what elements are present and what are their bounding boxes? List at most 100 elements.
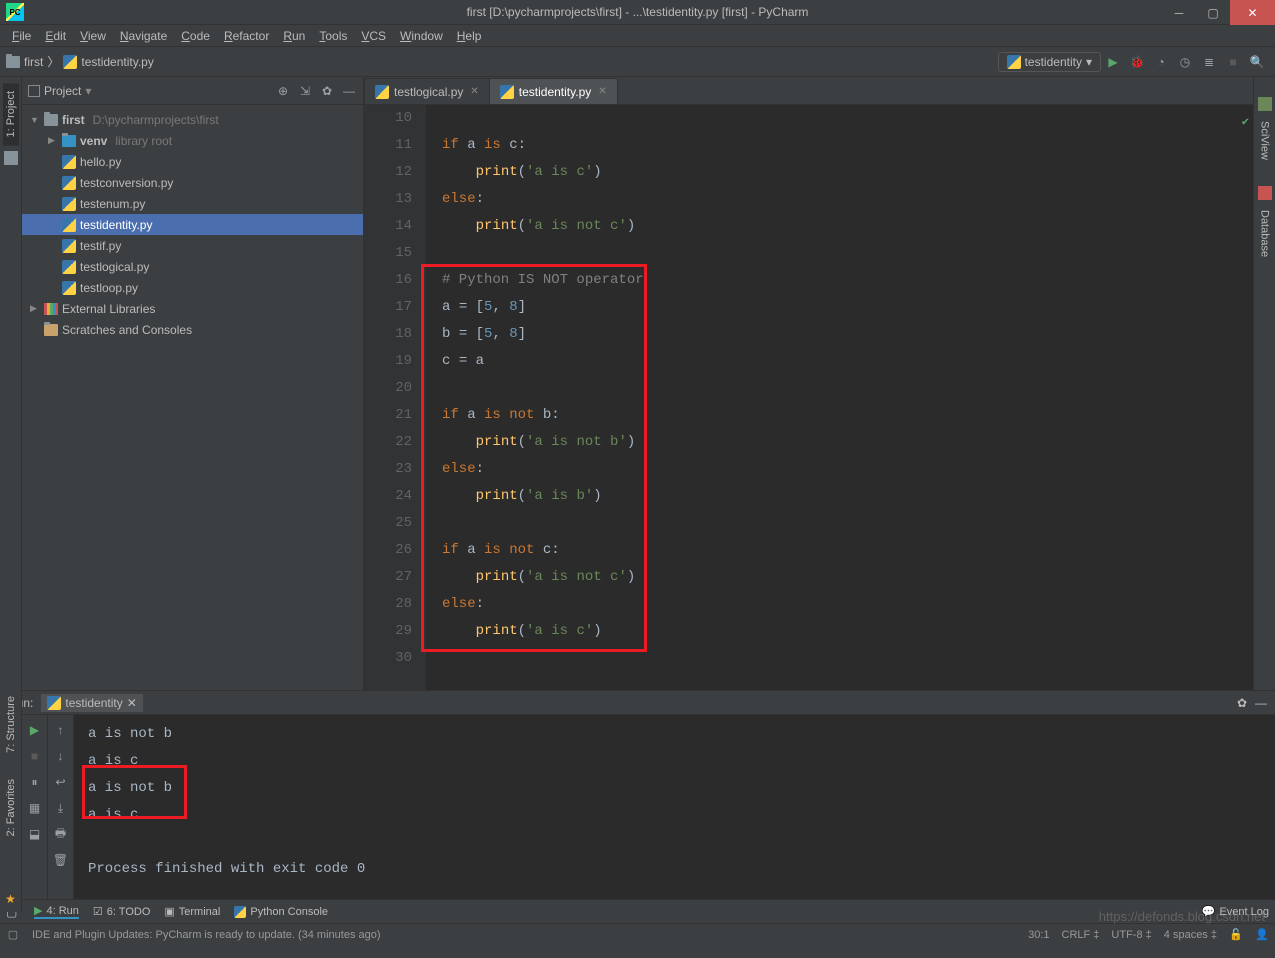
editor-tab-bar: testlogical.py✕testidentity.py✕ [364,77,1253,105]
project-tool-tab[interactable]: 1: Project [3,83,19,145]
star-icon[interactable]: ★ [5,892,16,912]
scroll-end-icon[interactable]: ⤓ [52,799,70,817]
settings-gear-icon[interactable]: ✿ [319,83,335,99]
run-coverage-button[interactable]: ◔ [1150,51,1172,73]
run-tab[interactable]: testidentity ✕ [41,694,142,712]
menu-file[interactable]: File [6,27,37,45]
pause-icon[interactable]: ⏸ [26,773,44,791]
caret-position[interactable]: 30:1 [1028,929,1049,941]
tree-file-testenum-py[interactable]: testenum.py [22,193,363,214]
menu-vcs[interactable]: VCS [355,27,392,45]
run-panel: Run: testidentity ✕ ✿ — ▶ ■ ⏸ ▦ ⬓ ↑ ↓ ↩ … [0,690,1275,899]
todo-tool-tab[interactable]: ☑6: TODO [93,905,150,918]
project-view-icon [28,85,40,97]
python-file-icon [1007,55,1021,69]
menu-help[interactable]: Help [451,27,488,45]
tree-file-testconversion-py[interactable]: testconversion.py [22,172,363,193]
run-toolbar-secondary: ↑ ↓ ↩ ⤓ 🖶 🗑 [48,715,74,899]
bookmarks-icon[interactable] [4,151,18,165]
code-area[interactable]: if a is c: print('a is c')else: print('a… [426,105,1253,690]
menu-code[interactable]: Code [175,27,216,45]
right-tool-strip: SciView Database [1253,77,1275,690]
minimize-button[interactable]: ─ [1162,0,1196,25]
project-panel-title[interactable]: Project [44,84,81,98]
inspection-ok-icon[interactable]: ✔ [1242,109,1249,136]
clear-all-icon[interactable]: 🗑 [52,851,70,869]
menu-refactor[interactable]: Refactor [218,27,275,45]
tree-file-testif-py[interactable]: testif.py [22,235,363,256]
readonly-lock-icon[interactable]: 🔓 [1229,928,1243,942]
restore-layout-icon[interactable]: ⬓ [26,825,44,843]
database-tool-tab[interactable]: Database [1257,202,1273,265]
print-icon[interactable]: 🖶 [52,825,70,843]
menu-window[interactable]: Window [394,27,449,45]
menu-edit[interactable]: Edit [39,27,72,45]
chevron-down-icon: ▾ [1086,55,1092,69]
sciview-tool-tab[interactable]: SciView [1257,113,1273,168]
debug-button[interactable]: 🐞 [1126,51,1148,73]
run-config-name: testidentity [1025,55,1082,69]
close-icon[interactable]: ✕ [127,696,137,710]
python-console-tool-tab[interactable]: Python Console [234,906,328,918]
hide-run-panel-icon[interactable]: — [1255,696,1267,710]
locate-icon[interactable]: ⊕ [275,83,291,99]
maximize-button[interactable]: ▢ [1196,0,1230,25]
line-separator[interactable]: CRLF ‡ [1062,929,1100,941]
editor-area: testlogical.py✕testidentity.py✕ 10111213… [364,77,1253,690]
tree-file-testidentity-py[interactable]: testidentity.py [22,214,363,235]
project-tree[interactable]: ▼firstD:\pycharmprojects\first▶venvlibra… [22,105,363,690]
menu-run[interactable]: Run [277,27,311,45]
stop-button[interactable]: ■ [1222,51,1244,73]
run-config-selector[interactable]: testidentity ▾ [998,52,1101,72]
status-icon[interactable]: ▢ [6,928,20,942]
menu-view[interactable]: View [74,27,112,45]
search-everywhere-button[interactable]: 🔍 [1246,51,1268,73]
favorites-tool-tab[interactable]: 2: Favorites [3,771,19,844]
run-button[interactable]: ▶ [1102,51,1124,73]
terminal-tool-tab[interactable]: ▣Terminal [164,905,220,918]
tree-scratches[interactable]: Scratches and Consoles [22,319,363,340]
run-console[interactable]: a is not ba is ca is not ba is cProcess … [74,715,1275,899]
stop-run-button[interactable]: ■ [26,747,44,765]
tree-file-testloop-py[interactable]: testloop.py [22,277,363,298]
tree-root[interactable]: ▼firstD:\pycharmprojects\first [22,109,363,130]
run-toolbar-primary: ▶ ■ ⏸ ▦ ⬓ [22,715,48,899]
chevron-down-icon[interactable]: ▾ [85,84,91,98]
hide-panel-icon[interactable]: — [341,83,357,99]
editor-body[interactable]: 1011121314151617181920212223242526272829… [364,105,1253,690]
close-icon[interactable]: ✕ [598,86,606,97]
profile-button[interactable]: ◷ [1174,51,1196,73]
indent-setting[interactable]: 4 spaces ‡ [1164,929,1217,941]
rerun-button[interactable]: ▶ [26,721,44,739]
folder-icon [6,56,20,68]
tree-file-testlogical-py[interactable]: testlogical.py [22,256,363,277]
dump-threads-icon[interactable]: ▦ [26,799,44,817]
structure-tool-tab[interactable]: 7: Structure [3,688,19,761]
python-file-icon [47,696,61,710]
close-icon[interactable]: ✕ [470,86,478,97]
tree-external-libraries[interactable]: ▶External Libraries [22,298,363,319]
soft-wrap-icon[interactable]: ↩ [52,773,70,791]
collapse-all-icon[interactable]: ⇲ [297,83,313,99]
down-stack-icon[interactable]: ↓ [52,747,70,765]
window-title: first [D:\pycharmprojects\first] - ...\t… [467,5,809,19]
menu-tools[interactable]: Tools [313,27,353,45]
editor-tab-testlogical-py[interactable]: testlogical.py✕ [364,78,490,104]
editor-tab-testidentity-py[interactable]: testidentity.py✕ [489,78,618,104]
breadcrumb-file[interactable]: testidentity.py [81,55,153,69]
tree-file-hello-py[interactable]: hello.py [22,151,363,172]
file-encoding[interactable]: UTF-8 ‡ [1111,929,1151,941]
up-stack-icon[interactable]: ↑ [52,721,70,739]
left-tool-strip: 1: Project [0,77,22,690]
breadcrumb-root[interactable]: first [24,55,43,69]
run-tool-tab[interactable]: ▶4: Run [34,904,79,919]
close-button[interactable]: ✕ [1230,0,1275,25]
concurrency-button[interactable]: ≣ [1198,51,1220,73]
tree-venv[interactable]: ▶venvlibrary root [22,130,363,151]
bottom-tool-strip: ▢ ▶4: Run ☑6: TODO ▣Terminal Python Cons… [0,899,1275,923]
pycharm-icon: PC [6,3,24,21]
left-tool-strip-bottom: 7: Structure 2: Favorites ★ [0,688,22,912]
menu-navigate[interactable]: Navigate [114,27,173,45]
run-settings-gear-icon[interactable]: ✿ [1237,696,1247,710]
hector-icon[interactable]: 👤 [1255,928,1269,942]
